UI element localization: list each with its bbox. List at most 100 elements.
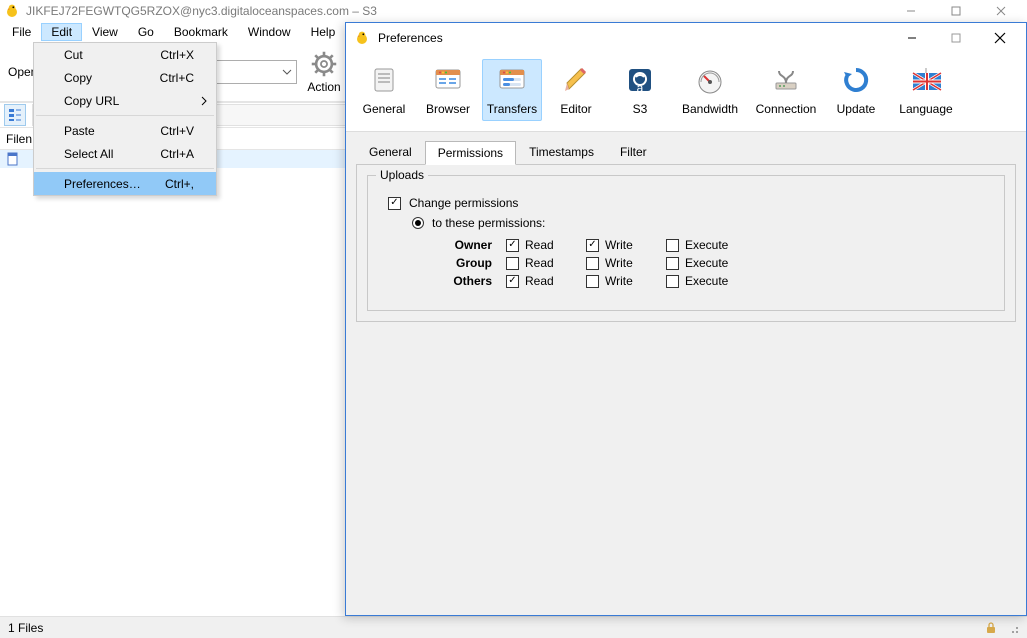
action-label: Action <box>307 80 340 94</box>
owner-write-checkbox[interactable] <box>586 239 599 252</box>
menu-view[interactable]: View <box>82 23 128 41</box>
read-label: Read <box>525 238 554 252</box>
menu-help[interactable]: Help <box>301 23 346 41</box>
group-read-checkbox[interactable] <box>506 257 519 270</box>
general-icon <box>368 64 400 96</box>
write-label: Write <box>605 238 633 252</box>
to-these-permissions-radio[interactable] <box>412 217 424 229</box>
menu-file[interactable]: File <box>2 23 41 41</box>
prefs-tab-connection-label: Connection <box>756 102 817 116</box>
execute-label: Execute <box>685 238 728 252</box>
prefs-tab-language[interactable]: Language <box>890 59 962 121</box>
edit-menu-preferences[interactable]: Preferences… Ctrl+, <box>34 172 216 195</box>
subtab-general[interactable]: General <box>356 140 425 164</box>
main-window-titlebar: JIKFEJ72FEGWTQG5RZOX@nyc3.digitaloceansp… <box>0 0 1027 22</box>
menu-edit[interactable]: Edit <box>41 23 82 41</box>
others-execute-checkbox[interactable] <box>666 275 679 288</box>
edit-menu-copy-label: Copy <box>64 71 92 85</box>
connection-icon <box>770 64 802 96</box>
prefs-tab-s3[interactable]: a S3 <box>610 59 670 121</box>
prefs-tab-bandwidth-label: Bandwidth <box>682 102 738 116</box>
preferences-window: Preferences General Browser Transfers Ed… <box>345 22 1027 616</box>
main-minimize-button[interactable] <box>888 0 933 22</box>
perm-row-owner-label: Owner <box>436 238 492 252</box>
action-button[interactable]: Action <box>307 50 340 94</box>
preferences-title: Preferences <box>378 31 443 45</box>
execute-label: Execute <box>685 274 728 288</box>
browser-icon <box>432 64 464 96</box>
language-icon <box>910 64 942 96</box>
edit-menu-select-all[interactable]: Select All Ctrl+A <box>34 142 216 165</box>
edit-menu-cut[interactable]: Cut Ctrl+X <box>34 43 216 66</box>
subtab-filter[interactable]: Filter <box>607 140 660 164</box>
prefs-tab-update-label: Update <box>837 102 876 116</box>
lock-icon <box>985 622 997 634</box>
group-write-checkbox[interactable] <box>586 257 599 270</box>
subtab-timestamps[interactable]: Timestamps <box>516 140 607 164</box>
edit-menu-cut-label: Cut <box>64 48 83 62</box>
edit-menu-select-all-shortcut: Ctrl+A <box>160 147 194 161</box>
edit-menu-cut-shortcut: Ctrl+X <box>160 48 194 62</box>
prefs-tab-general-label: General <box>363 102 406 116</box>
preferences-titlebar: Preferences <box>346 23 1026 53</box>
prefs-close-button[interactable] <box>978 23 1022 53</box>
edit-menu-preferences-shortcut: Ctrl+, <box>165 177 194 191</box>
uploads-groupbox: Uploads Change permissions to these perm… <box>367 175 1005 311</box>
resize-grip-icon[interactable] <box>1007 622 1019 634</box>
owner-read-checkbox[interactable] <box>506 239 519 252</box>
prefs-maximize-button[interactable] <box>934 23 978 53</box>
gear-icon <box>310 50 338 78</box>
edit-menu-paste-shortcut: Ctrl+V <box>160 124 194 138</box>
prefs-tab-s3-label: S3 <box>633 102 648 116</box>
prefs-tab-update[interactable]: Update <box>826 59 886 121</box>
write-label: Write <box>605 274 633 288</box>
prefs-tab-transfers-label: Transfers <box>487 102 537 116</box>
uploads-legend: Uploads <box>376 168 428 182</box>
file-icon <box>6 152 20 166</box>
main-window-title: JIKFEJ72FEGWTQG5RZOX@nyc3.digitaloceansp… <box>26 4 377 18</box>
change-permissions-checkbox[interactable] <box>388 197 401 210</box>
execute-label: Execute <box>685 256 728 270</box>
prefs-tab-bandwidth[interactable]: Bandwidth <box>674 59 746 121</box>
prefs-tab-transfers[interactable]: Transfers <box>482 59 542 121</box>
chevron-right-icon <box>200 96 208 106</box>
svg-text:a: a <box>637 81 644 95</box>
transfers-icon <box>496 64 528 96</box>
preferences-toolbar: General Browser Transfers Editor a S3 Ba… <box>346 53 1026 132</box>
prefs-tab-editor-label: Editor <box>560 102 591 116</box>
edit-menu-select-all-label: Select All <box>64 147 113 161</box>
main-maximize-button[interactable] <box>933 0 978 22</box>
edit-menu-copy-shortcut: Ctrl+C <box>160 71 194 85</box>
status-bar: 1 Files <box>0 616 1027 638</box>
prefs-tab-connection[interactable]: Connection <box>750 59 822 121</box>
group-execute-checkbox[interactable] <box>666 257 679 270</box>
menu-go[interactable]: Go <box>128 23 164 41</box>
prefs-tab-browser[interactable]: Browser <box>418 59 478 121</box>
transfers-subtabs: General Permissions Timestamps Filter <box>356 140 1016 164</box>
app-duck-icon <box>4 3 20 19</box>
edit-menu-paste[interactable]: Paste Ctrl+V <box>34 119 216 142</box>
others-write-checkbox[interactable] <box>586 275 599 288</box>
edit-menu-copy-url[interactable]: Copy URL <box>34 89 216 112</box>
edit-menu-copy[interactable]: Copy Ctrl+C <box>34 66 216 89</box>
prefs-tab-browser-label: Browser <box>426 102 470 116</box>
to-these-permissions-label: to these permissions: <box>432 216 545 230</box>
menu-window[interactable]: Window <box>238 23 301 41</box>
owner-execute-checkbox[interactable] <box>666 239 679 252</box>
update-icon <box>840 64 872 96</box>
perm-row-others-label: Others <box>436 274 492 288</box>
main-close-button[interactable] <box>978 0 1023 22</box>
prefs-tab-general[interactable]: General <box>354 59 414 121</box>
prefs-tab-language-label: Language <box>899 102 952 116</box>
tree-toggle-button[interactable] <box>4 104 26 126</box>
subtab-permissions[interactable]: Permissions <box>425 141 516 165</box>
editor-icon <box>560 64 592 96</box>
others-read-checkbox[interactable] <box>506 275 519 288</box>
menu-separator <box>36 168 214 169</box>
prefs-minimize-button[interactable] <box>890 23 934 53</box>
permissions-grid: Owner Read Write Execute Group Read Writ… <box>436 238 990 288</box>
menu-separator <box>36 115 214 116</box>
prefs-tab-editor[interactable]: Editor <box>546 59 606 121</box>
status-file-count: 1 Files <box>8 621 43 635</box>
menu-bookmark[interactable]: Bookmark <box>164 23 238 41</box>
